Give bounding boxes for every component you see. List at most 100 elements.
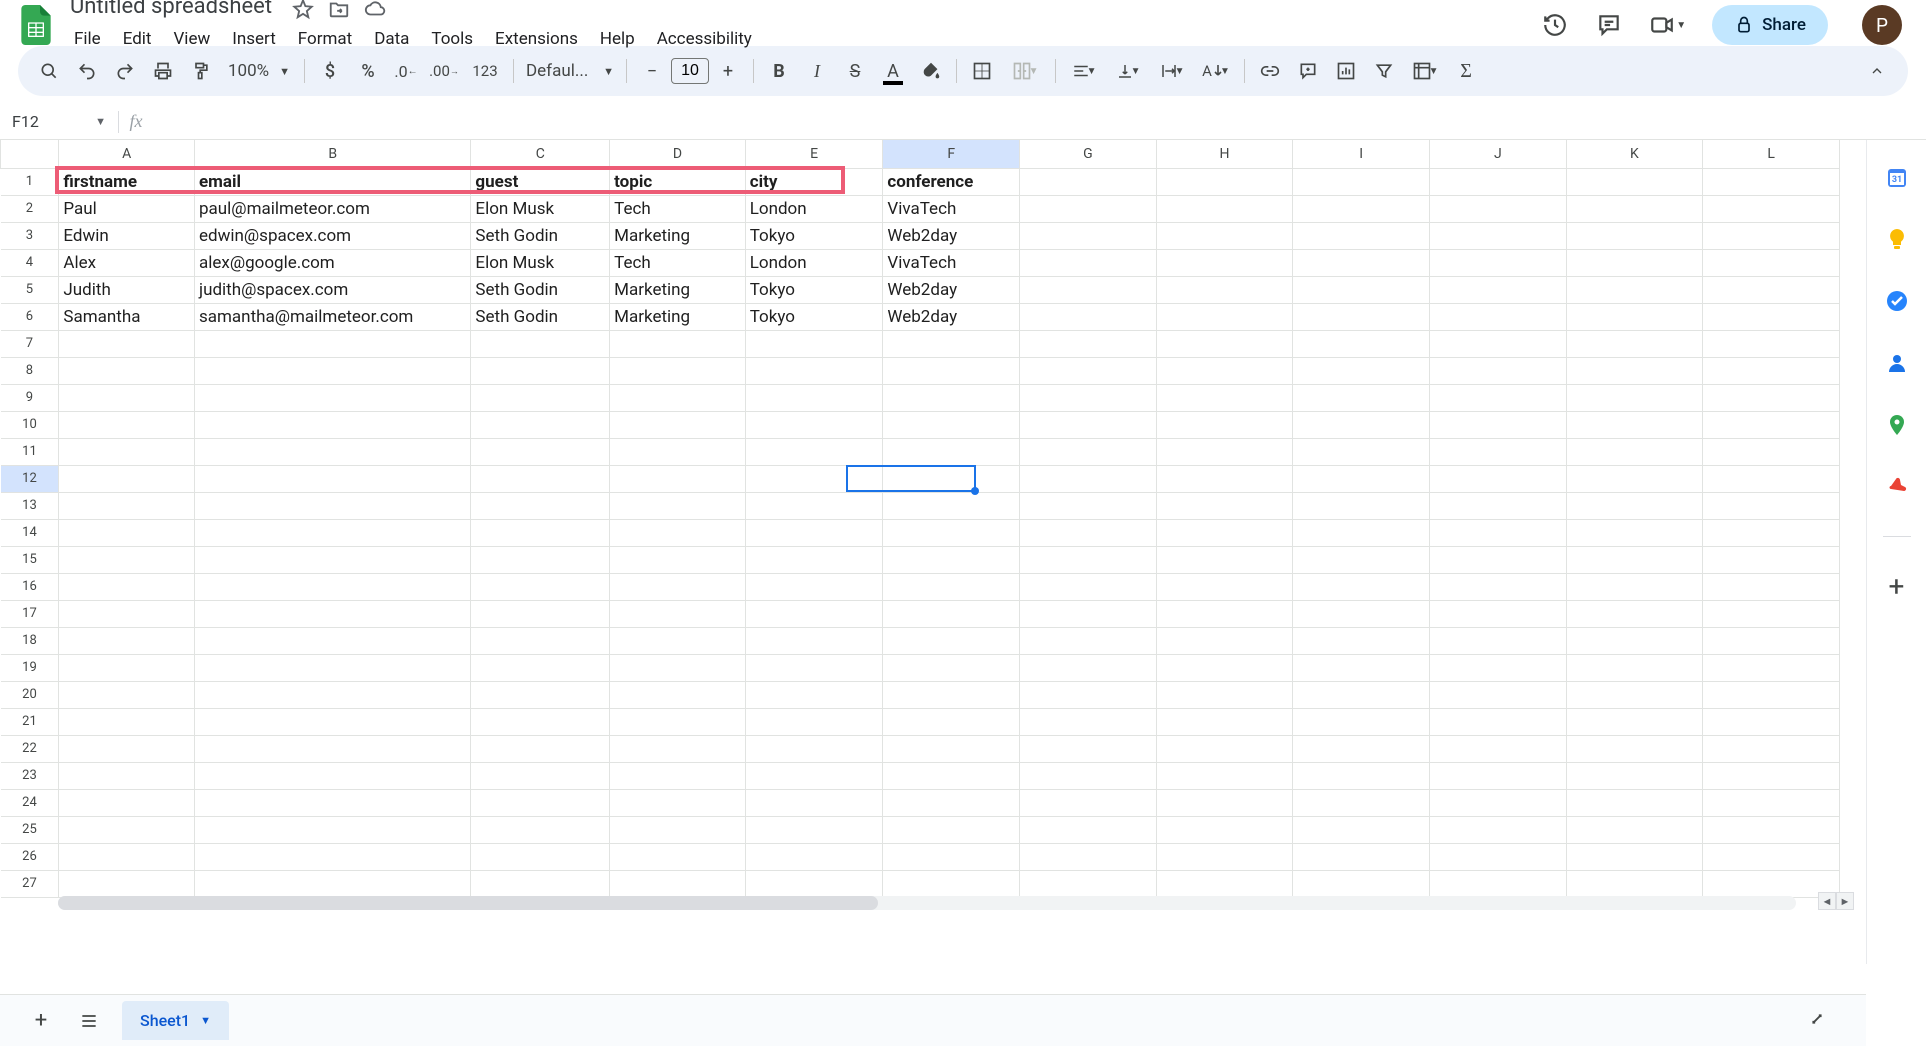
cell-A6[interactable]: Samantha xyxy=(59,303,195,330)
cell-L20[interactable] xyxy=(1703,681,1840,708)
menu-insert[interactable]: Insert xyxy=(222,25,286,53)
cell-A27[interactable] xyxy=(59,870,195,897)
cell-A12[interactable] xyxy=(59,465,195,492)
cell-H19[interactable] xyxy=(1156,654,1293,681)
filter-views-icon[interactable]: ▼ xyxy=(1405,54,1445,88)
menu-tools[interactable]: Tools xyxy=(421,25,483,53)
cell-A8[interactable] xyxy=(59,357,195,384)
cell-J23[interactable] xyxy=(1429,762,1566,789)
col-header-B[interactable]: B xyxy=(195,140,471,168)
cell-F6[interactable]: Web2day xyxy=(883,303,1020,330)
col-header-J[interactable]: J xyxy=(1429,140,1566,168)
cell-D11[interactable] xyxy=(610,438,746,465)
text-color-icon[interactable]: A xyxy=(876,54,910,88)
cell-K20[interactable] xyxy=(1566,681,1703,708)
cell-J10[interactable] xyxy=(1429,411,1566,438)
cell-J12[interactable] xyxy=(1429,465,1566,492)
cell-J7[interactable] xyxy=(1429,330,1566,357)
row-header-21[interactable]: 21 xyxy=(1,708,59,735)
cell-K11[interactable] xyxy=(1566,438,1703,465)
cell-K6[interactable] xyxy=(1566,303,1703,330)
font-select[interactable]: Defaul...▼ xyxy=(522,61,618,81)
undo-icon[interactable] xyxy=(70,54,104,88)
cell-F22[interactable] xyxy=(883,735,1020,762)
cell-J13[interactable] xyxy=(1429,492,1566,519)
cell-E25[interactable] xyxy=(745,816,883,843)
cell-C18[interactable] xyxy=(471,627,610,654)
menu-format[interactable]: Format xyxy=(288,25,362,53)
cell-C14[interactable] xyxy=(471,519,610,546)
row-header-20[interactable]: 20 xyxy=(1,681,59,708)
cell-G9[interactable] xyxy=(1020,384,1157,411)
insert-chart-icon[interactable] xyxy=(1329,54,1363,88)
cell-E2[interactable]: London xyxy=(745,195,883,222)
cell-E14[interactable] xyxy=(745,519,883,546)
cell-D14[interactable] xyxy=(610,519,746,546)
cell-I25[interactable] xyxy=(1293,816,1430,843)
row-header-26[interactable]: 26 xyxy=(1,843,59,870)
cell-F25[interactable] xyxy=(883,816,1020,843)
currency-icon[interactable]: $ xyxy=(313,54,347,88)
cell-I19[interactable] xyxy=(1293,654,1430,681)
name-box[interactable]: F12▼ xyxy=(0,112,118,131)
cell-G2[interactable] xyxy=(1020,195,1157,222)
cell-D17[interactable] xyxy=(610,600,746,627)
addon-icon[interactable] xyxy=(1884,474,1910,500)
cell-J6[interactable] xyxy=(1429,303,1566,330)
cell-A5[interactable]: Judith xyxy=(59,276,195,303)
meet-button[interactable]: ▼ xyxy=(1649,12,1686,38)
cell-D18[interactable] xyxy=(610,627,746,654)
increase-decimal-icon[interactable]: .00→ xyxy=(427,54,461,88)
cell-C10[interactable] xyxy=(471,411,610,438)
cell-C1[interactable]: guest xyxy=(471,168,610,195)
cell-E1[interactable]: city xyxy=(745,168,883,195)
cell-H26[interactable] xyxy=(1156,843,1293,870)
cell-J15[interactable] xyxy=(1429,546,1566,573)
cell-L25[interactable] xyxy=(1703,816,1840,843)
cell-D8[interactable] xyxy=(610,357,746,384)
cell-H6[interactable] xyxy=(1156,303,1293,330)
cell-B13[interactable] xyxy=(195,492,471,519)
borders-icon[interactable] xyxy=(965,54,999,88)
cell-I7[interactable] xyxy=(1293,330,1430,357)
row-header-13[interactable]: 13 xyxy=(1,492,59,519)
cell-F15[interactable] xyxy=(883,546,1020,573)
cell-G4[interactable] xyxy=(1020,249,1157,276)
cell-D9[interactable] xyxy=(610,384,746,411)
cell-D24[interactable] xyxy=(610,789,746,816)
cell-D27[interactable] xyxy=(610,870,746,897)
cell-G21[interactable] xyxy=(1020,708,1157,735)
cell-H4[interactable] xyxy=(1156,249,1293,276)
cell-E7[interactable] xyxy=(745,330,883,357)
cell-I22[interactable] xyxy=(1293,735,1430,762)
cell-B18[interactable] xyxy=(195,627,471,654)
cell-E8[interactable] xyxy=(745,357,883,384)
keep-icon[interactable] xyxy=(1884,226,1910,252)
text-wrap-icon[interactable]: ▼ xyxy=(1152,54,1192,88)
row-header-1[interactable]: 1 xyxy=(1,168,59,195)
cell-H24[interactable] xyxy=(1156,789,1293,816)
cell-L19[interactable] xyxy=(1703,654,1840,681)
cell-I5[interactable] xyxy=(1293,276,1430,303)
tasks-icon[interactable] xyxy=(1884,288,1910,314)
cell-I10[interactable] xyxy=(1293,411,1430,438)
cell-C15[interactable] xyxy=(471,546,610,573)
menu-view[interactable]: View xyxy=(163,25,220,53)
cell-B24[interactable] xyxy=(195,789,471,816)
cell-B23[interactable] xyxy=(195,762,471,789)
cell-E3[interactable]: Tokyo xyxy=(745,222,883,249)
cell-L8[interactable] xyxy=(1703,357,1840,384)
cell-C16[interactable] xyxy=(471,573,610,600)
cell-C4[interactable]: Elon Musk xyxy=(471,249,610,276)
cell-A2[interactable]: Paul xyxy=(59,195,195,222)
cell-C23[interactable] xyxy=(471,762,610,789)
cell-J18[interactable] xyxy=(1429,627,1566,654)
cell-G17[interactable] xyxy=(1020,600,1157,627)
row-header-14[interactable]: 14 xyxy=(1,519,59,546)
cell-F8[interactable] xyxy=(883,357,1020,384)
cell-I14[interactable] xyxy=(1293,519,1430,546)
cell-H11[interactable] xyxy=(1156,438,1293,465)
cell-I21[interactable] xyxy=(1293,708,1430,735)
cell-B9[interactable] xyxy=(195,384,471,411)
cell-A3[interactable]: Edwin xyxy=(59,222,195,249)
